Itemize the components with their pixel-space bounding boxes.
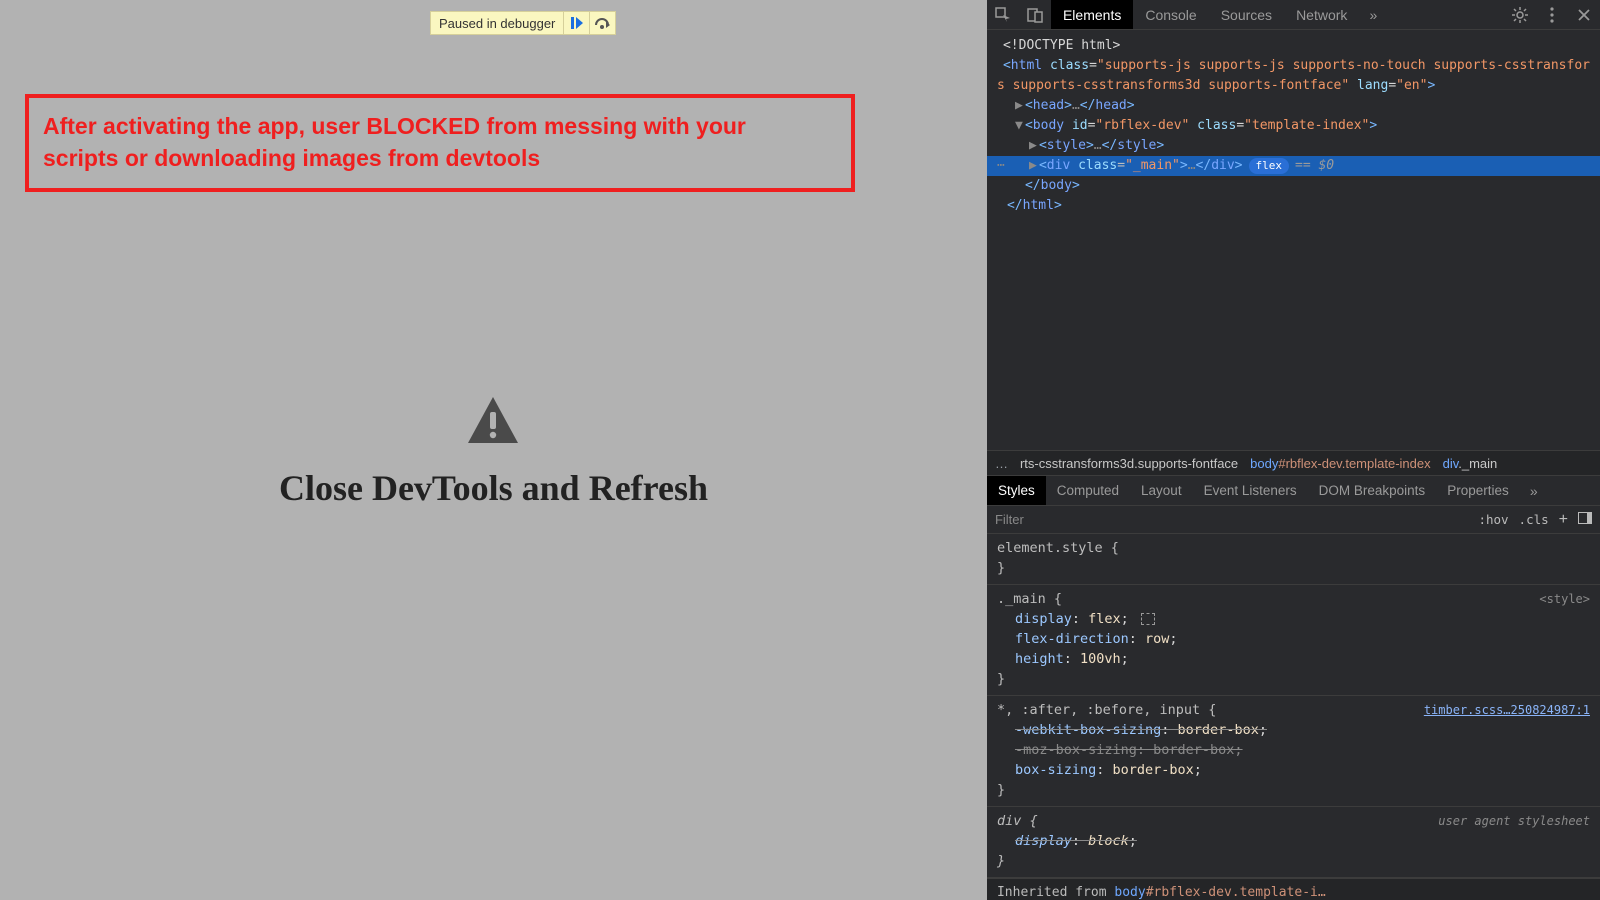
subtab-event-listeners[interactable]: Event Listeners: [1193, 476, 1308, 505]
breadcrumb-div[interactable]: div._main: [1443, 456, 1498, 471]
debugger-step-over-button[interactable]: [589, 12, 615, 34]
cls-toggle[interactable]: .cls: [1519, 512, 1549, 527]
styles-rules-list[interactable]: element.style { } <style> ._main { displ…: [987, 534, 1600, 900]
breadcrumb-html[interactable]: rts-csstransforms3d.supports-fontface: [1020, 456, 1238, 471]
page-warning: Close DevTools and Refresh: [0, 395, 987, 509]
rule-source-ua: user agent stylesheet: [1438, 811, 1590, 831]
rule-main[interactable]: <style> ._main { display: flex; flex-dir…: [987, 585, 1600, 696]
flex-editor-icon[interactable]: [1141, 613, 1155, 625]
tabs-overflow-button[interactable]: »: [1359, 0, 1387, 29]
rule-selector: div {: [997, 813, 1038, 829]
page-viewport: Paused in debugger After activating the …: [0, 0, 987, 900]
close-icon: [1578, 9, 1590, 21]
devtools-close-button[interactable]: [1568, 0, 1600, 29]
dom-html-open-l1[interactable]: <html class="supports-js supports-js sup…: [987, 56, 1600, 76]
breadcrumb-ellipsis[interactable]: …: [995, 456, 1008, 471]
page-warning-message: Close DevTools and Refresh: [279, 467, 708, 509]
toggle-styles-sidebar[interactable]: [1578, 512, 1592, 527]
styles-filter-row: :hov .cls +: [987, 506, 1600, 534]
dom-style[interactable]: ▶<style>…</style>: [987, 136, 1600, 156]
breadcrumb: … rts-csstransforms3d.supports-fontface …: [987, 450, 1600, 476]
rule-user-agent-div[interactable]: user agent stylesheet div { display: blo…: [987, 807, 1600, 878]
annotation-line1: After activating the app, user BLOCKED f…: [43, 110, 837, 142]
subtab-properties[interactable]: Properties: [1436, 476, 1520, 505]
subtab-layout[interactable]: Layout: [1130, 476, 1193, 505]
sidebar-toggle-icon: [1578, 512, 1592, 524]
eq0-label: == $0: [1295, 158, 1334, 173]
tab-elements[interactable]: Elements: [1051, 0, 1133, 29]
rule-element-style[interactable]: element.style { }: [987, 534, 1600, 585]
devtools-panel: Elements Console Sources Network »: [987, 0, 1600, 900]
rule-selector: element.style {: [997, 540, 1119, 556]
debugger-paused-bar: Paused in debugger: [430, 11, 616, 35]
dom-head[interactable]: ▶<head>…</head>: [987, 96, 1600, 116]
rule-selector: ._main {: [997, 591, 1062, 607]
dom-body-close[interactable]: </body>: [987, 176, 1600, 196]
dom-body-open[interactable]: ▼<body id="rbflex-dev" class="template-i…: [987, 116, 1600, 136]
dom-html-open-l2[interactable]: s supports-csstransforms3d supports-font…: [987, 76, 1600, 96]
warning-triangle-icon: [466, 395, 520, 445]
styles-subpanel-tabs: Styles Computed Layout Event Listeners D…: [987, 476, 1600, 506]
devtools-top-tabbar: Elements Console Sources Network »: [987, 0, 1600, 30]
debugger-resume-button[interactable]: [563, 12, 589, 34]
hover-toggle[interactable]: :hov: [1478, 512, 1508, 527]
kebab-icon: [1550, 7, 1554, 23]
subtab-dom-breakpoints[interactable]: DOM Breakpoints: [1308, 476, 1437, 505]
styles-filter-input[interactable]: [995, 512, 1468, 527]
breadcrumb-body[interactable]: body#rbflex-dev.template-index: [1250, 456, 1430, 471]
tab-console[interactable]: Console: [1133, 0, 1208, 29]
rule-selector: *, :after, :before, input {: [997, 702, 1216, 718]
dom-selected-div[interactable]: ⋯▶<div class="_main">…</div>flex== $0: [987, 156, 1600, 176]
rule-source-style[interactable]: <style>: [1539, 589, 1590, 609]
tab-network[interactable]: Network: [1284, 0, 1359, 29]
inherited-from-row[interactable]: Inherited from body#rbflex-dev.template-…: [987, 878, 1600, 900]
devtools-settings-button[interactable]: [1504, 0, 1536, 29]
annotation-callout: After activating the app, user BLOCKED f…: [25, 94, 855, 192]
device-icon: [1027, 7, 1043, 23]
subtabs-overflow[interactable]: »: [1520, 476, 1548, 505]
debugger-paused-label: Paused in debugger: [431, 16, 563, 31]
annotation-line2: scripts or downloading images from devto…: [43, 142, 837, 174]
dom-tree[interactable]: <!DOCTYPE html> <html class="supports-js…: [987, 30, 1600, 450]
step-over-icon: [595, 16, 611, 30]
toggle-device-toolbar-button[interactable]: [1019, 0, 1051, 29]
devtools-menu-button[interactable]: [1536, 0, 1568, 29]
new-style-rule-button[interactable]: +: [1559, 511, 1568, 529]
rule-source-timber[interactable]: timber.scss…250824987:1: [1424, 700, 1590, 720]
inspect-element-button[interactable]: [987, 0, 1019, 29]
devtools-main-tabs: Elements Console Sources Network »: [1051, 0, 1387, 29]
dom-html-close[interactable]: </html>: [987, 196, 1600, 216]
subtab-computed[interactable]: Computed: [1046, 476, 1130, 505]
inspect-icon: [995, 7, 1011, 23]
play-icon: [570, 16, 584, 30]
dom-doctype[interactable]: <!DOCTYPE html>: [987, 36, 1600, 56]
flex-badge[interactable]: flex: [1249, 158, 1290, 174]
gear-icon: [1512, 7, 1528, 23]
rule-universal[interactable]: timber.scss…250824987:1 *, :after, :befo…: [987, 696, 1600, 807]
subtab-styles[interactable]: Styles: [987, 476, 1046, 505]
tab-sources[interactable]: Sources: [1209, 0, 1284, 29]
